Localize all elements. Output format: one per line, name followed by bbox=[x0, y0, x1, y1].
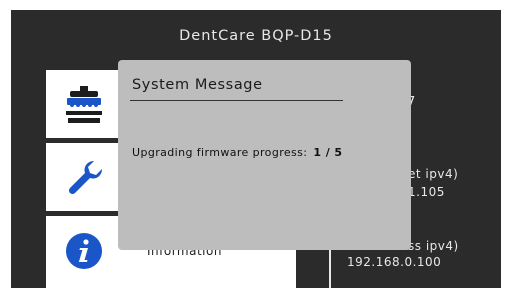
progress-label: Upgrading firmware progress: bbox=[132, 146, 308, 159]
info-icon bbox=[54, 217, 114, 285]
dialog-title: System Message bbox=[132, 77, 263, 93]
device-screen: DentCare BQP-D15 Information 7 et ipv4) … bbox=[11, 10, 501, 288]
wrench-icon bbox=[54, 143, 114, 211]
system-message-dialog: System Message Upgrading firmware progre… bbox=[118, 60, 411, 250]
progress-value: 1 / 5 bbox=[313, 146, 343, 159]
firmware-progress-message: Upgrading firmware progress: 1 / 5 bbox=[132, 146, 342, 159]
dialog-title-underline bbox=[130, 100, 343, 101]
wired-ip-value: 1.105 bbox=[408, 185, 445, 199]
wireless-ip-value: 192.168.0.100 bbox=[347, 255, 442, 269]
wireless-label: ss ipv4) bbox=[408, 239, 459, 253]
device-title: DentCare BQP-D15 bbox=[179, 28, 333, 44]
wired-label: et ipv4) bbox=[408, 167, 459, 181]
dental-chair-icon bbox=[54, 70, 114, 138]
